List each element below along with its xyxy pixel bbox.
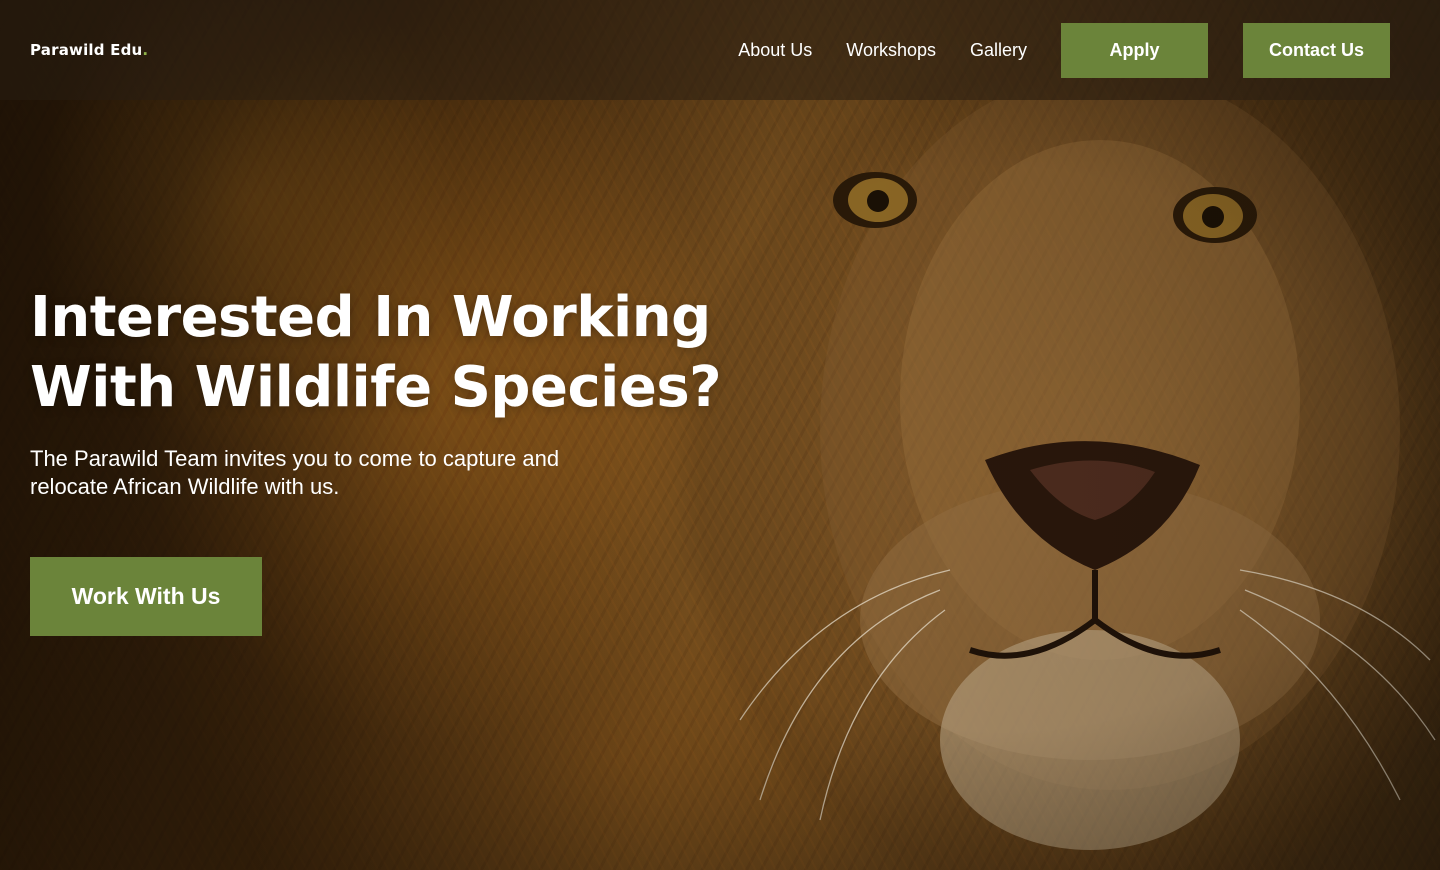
main-nav: About Us Workshops Gallery Apply Contact… bbox=[738, 22, 1390, 78]
work-with-us-button[interactable]: Work With Us bbox=[30, 557, 262, 636]
nav-link-workshops[interactable]: Workshops bbox=[846, 40, 936, 61]
contact-us-button[interactable]: Contact Us bbox=[1243, 22, 1390, 78]
hero-title-line-2: With Wildlife Species? bbox=[30, 355, 722, 420]
brand-name: Parawild Edu bbox=[30, 41, 143, 59]
apply-button[interactable]: Apply bbox=[1061, 22, 1208, 78]
hero-section: Interested In Working With Wildlife Spec… bbox=[30, 283, 790, 636]
brand-logo[interactable]: Parawild Edu. bbox=[30, 41, 148, 59]
hero-title: Interested In Working With Wildlife Spec… bbox=[30, 283, 790, 423]
landing-page: Parawild Edu. About Us Workshops Gallery… bbox=[0, 0, 1440, 870]
brand-dot: . bbox=[142, 41, 149, 59]
hero-title-line-1: Interested In Working bbox=[30, 285, 711, 350]
nav-link-about-us[interactable]: About Us bbox=[738, 40, 812, 61]
hero-subtitle: The Parawild Team invites you to come to… bbox=[30, 446, 560, 499]
nav-link-gallery[interactable]: Gallery bbox=[970, 40, 1027, 61]
site-header: Parawild Edu. About Us Workshops Gallery… bbox=[0, 0, 1440, 100]
